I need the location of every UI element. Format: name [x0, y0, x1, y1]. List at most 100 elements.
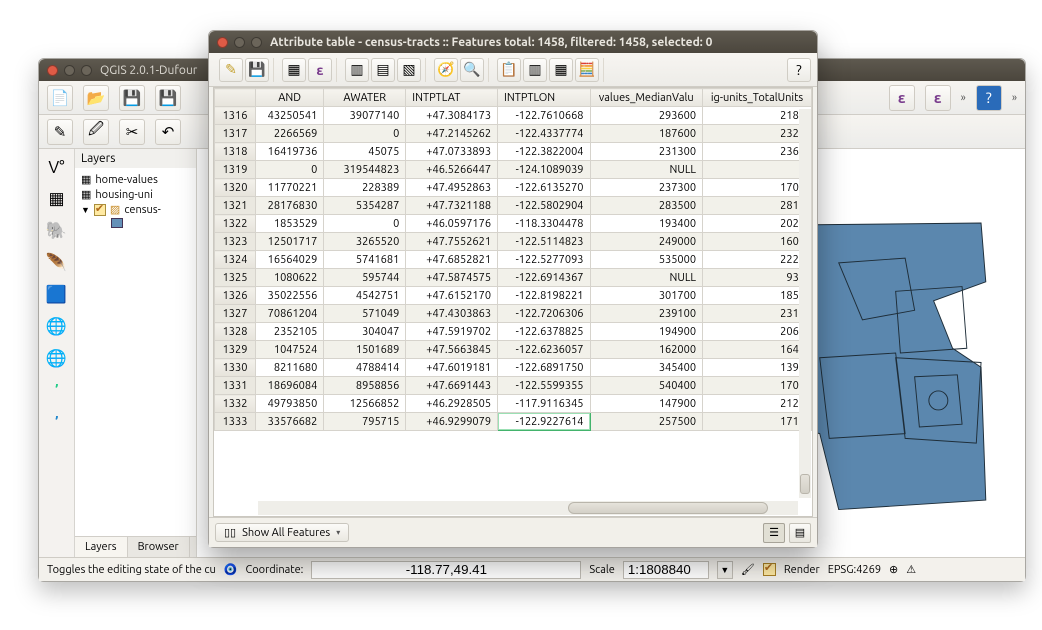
cell[interactable]: 2327	[703, 125, 812, 143]
pan-selected-icon[interactable]: 🧭	[434, 58, 458, 82]
cell[interactable]: 43250541	[256, 107, 324, 125]
cell[interactable]: 162000	[590, 341, 703, 359]
cell[interactable]: 1609	[703, 233, 812, 251]
help-icon[interactable]: ?	[976, 85, 1002, 111]
refresh-icon[interactable]: 🖌	[741, 563, 755, 576]
cell[interactable]: +46.0597176	[406, 215, 498, 233]
layer-visibility-checkbox[interactable]	[94, 204, 106, 216]
cell[interactable]: 283500	[590, 197, 703, 215]
row-number[interactable]: 1319	[215, 161, 256, 179]
table-row[interactable]: 132770861204571049+47.4303863-122.720630…	[215, 305, 812, 323]
cell[interactable]: 2222	[703, 251, 812, 269]
open-project-icon[interactable]: 📂	[83, 85, 109, 111]
cell[interactable]: -122.6891750	[498, 359, 590, 377]
table-row[interactable]: 1324165640295741681+47.6852821-122.52770…	[215, 251, 812, 269]
cell[interactable]: +47.7321188	[406, 197, 498, 215]
row-number[interactable]: 1326	[215, 287, 256, 305]
cell[interactable]: -122.8198221	[498, 287, 590, 305]
vertical-scrollbar[interactable]	[799, 109, 811, 498]
cell[interactable]: 1080622	[256, 269, 324, 287]
cell[interactable]: 2352105	[256, 323, 324, 341]
table-row[interactable]: 13324979385012566852+46.2928505-117.9116…	[215, 395, 812, 413]
cell[interactable]: 8211680	[256, 359, 324, 377]
cell[interactable]: 2181	[703, 107, 812, 125]
form-view-icon[interactable]: ▤	[789, 523, 811, 543]
add-oracle-icon[interactable]: ʼ	[45, 411, 69, 435]
tab-layers[interactable]: Layers	[75, 537, 128, 557]
save-project-icon[interactable]: 💾	[119, 85, 145, 111]
cell[interactable]: -122.6914367	[498, 269, 590, 287]
copy-rows-icon[interactable]: 📋	[497, 58, 521, 82]
add-postgis-icon[interactable]: 🐘	[45, 219, 69, 243]
row-number[interactable]: 1321	[215, 197, 256, 215]
cell[interactable]: 16419736	[256, 143, 324, 161]
invert-select-icon[interactable]: ▧	[397, 58, 421, 82]
table-row[interactable]: 13190319544823+46.5266447-124.1089039NUL…	[215, 161, 812, 179]
table-row[interactable]: 1331186960848958856+47.6691443-122.55993…	[215, 377, 812, 395]
cell[interactable]: +46.2928505	[406, 395, 498, 413]
cell[interactable]: +47.0733893	[406, 143, 498, 161]
maximize-icon[interactable]	[81, 65, 92, 76]
scale-input[interactable]	[623, 561, 709, 579]
minimize-icon[interactable]	[64, 65, 75, 76]
cell[interactable]: +47.5919702	[406, 323, 498, 341]
cell[interactable]: -122.6135270	[498, 179, 590, 197]
show-features-button[interactable]: ▯▯ Show All Features ▾	[215, 523, 349, 542]
layer-item-census-tracts[interactable]: ▼ ▨ census-	[81, 202, 190, 217]
cell[interactable]: -122.6236057	[498, 341, 590, 359]
layer-item-housing-units[interactable]: ▦ housing-uni	[81, 187, 190, 202]
cell[interactable]: 535000	[590, 251, 703, 269]
table-row[interactable]: 132218535290+46.0597176-118.330447819340…	[215, 215, 812, 233]
maximize-icon[interactable]	[251, 37, 262, 48]
row-number[interactable]: 1332	[215, 395, 256, 413]
cell[interactable]: 49793850	[256, 395, 324, 413]
table-row[interactable]: 132011770221228389+47.4952863-122.613527…	[215, 179, 812, 197]
cell[interactable]: +47.6691443	[406, 377, 498, 395]
cell[interactable]: NULL	[590, 161, 703, 179]
row-number[interactable]: 1323	[215, 233, 256, 251]
h-scroll-thumb[interactable]	[568, 502, 768, 514]
add-vector-icon[interactable]: V°	[45, 155, 69, 179]
row-number[interactable]: 1333	[215, 413, 256, 431]
cell[interactable]: 595744	[324, 269, 406, 287]
column-header[interactable]: ig-units_TotalUnits	[703, 89, 812, 107]
cell[interactable]: 70861204	[256, 305, 324, 323]
row-number[interactable]: 1329	[215, 341, 256, 359]
row-number[interactable]: 1317	[215, 125, 256, 143]
table-row[interactable]: 1326350225564542751+47.6152170-122.81982…	[215, 287, 812, 305]
cell[interactable]: 3265520	[324, 233, 406, 251]
cell[interactable]: 0	[256, 161, 324, 179]
cell[interactable]: 16564029	[256, 251, 324, 269]
cell[interactable]: 193400	[590, 215, 703, 233]
cell[interactable]: +47.5663845	[406, 341, 498, 359]
cell[interactable]: +47.3084173	[406, 107, 498, 125]
cell[interactable]: 35022556	[256, 287, 324, 305]
table-row[interactable]: 13181641973645075+47.0733893-122.3822004…	[215, 143, 812, 161]
attr-grid[interactable]: ANDAWATERINTPTLATINTPTLONvalues_MedianVa…	[213, 87, 813, 517]
cell[interactable]: 5354287	[324, 197, 406, 215]
cell[interactable]: +47.2145262	[406, 125, 498, 143]
cell[interactable]: 194900	[590, 323, 703, 341]
cell[interactable]: -122.5599355	[498, 377, 590, 395]
cell[interactable]: -124.1089039	[498, 161, 590, 179]
scale-dropdown-icon[interactable]: ▼	[717, 561, 733, 579]
cell[interactable]: 540400	[590, 377, 703, 395]
cell[interactable]: 8958856	[324, 377, 406, 395]
cell[interactable]: 257500	[590, 413, 703, 431]
cell[interactable]: 2364	[703, 143, 812, 161]
row-number[interactable]: 1327	[215, 305, 256, 323]
table-row[interactable]: 1323125017173265520+47.7552621-122.51148…	[215, 233, 812, 251]
cell[interactable]: 4788414	[324, 359, 406, 377]
cell[interactable]: 237300	[590, 179, 703, 197]
cell[interactable]: 2020	[703, 215, 812, 233]
table-row[interactable]: 132910475241501689+47.5663845-122.623605…	[215, 341, 812, 359]
save-as-icon[interactable]: 💾	[155, 85, 181, 111]
cell[interactable]: 1719	[703, 413, 812, 431]
crs-icon[interactable]: ⊕	[889, 563, 898, 576]
select-by-exp-icon[interactable]: ε	[308, 58, 332, 82]
cell[interactable]: 932	[703, 269, 812, 287]
cell[interactable]: 12501717	[256, 233, 324, 251]
cell[interactable]: 0	[703, 161, 812, 179]
cell[interactable]: +47.6019181	[406, 359, 498, 377]
toggle-edit-icon[interactable]: ✎	[219, 58, 243, 82]
